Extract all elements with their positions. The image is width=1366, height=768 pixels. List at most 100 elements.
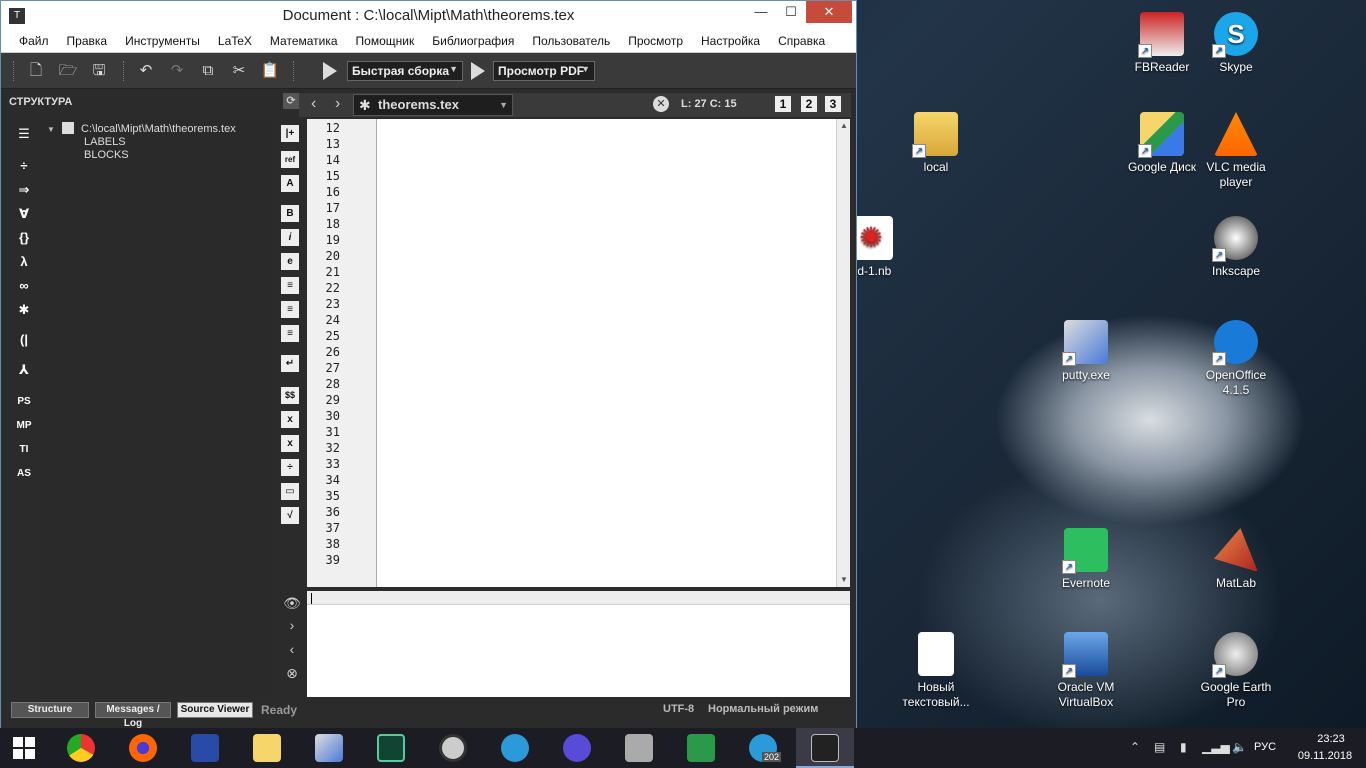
- build-combo[interactable]: Быстрая сборка ▼: [347, 61, 463, 81]
- infinity-icon[interactable]: ∞: [13, 277, 35, 295]
- cut-icon[interactable]: ✂: [228, 60, 250, 82]
- asymptote-icon[interactable]: AS: [13, 465, 35, 483]
- menu-wizard[interactable]: Помощник: [344, 31, 421, 48]
- structure-button[interactable]: Structure: [11, 702, 89, 718]
- clock-time[interactable]: 23:23: [1306, 733, 1356, 745]
- desktop-icon-inkscape[interactable]: ↗ Inkscape: [1196, 216, 1276, 279]
- sqrt-icon[interactable]: √: [281, 507, 299, 524]
- brackets-icon[interactable]: (|: [13, 331, 35, 349]
- network-error-icon[interactable]: ▤: [1154, 740, 1165, 754]
- desktop-icon-google-drive[interactable]: ↗ Google Диск: [1122, 112, 1202, 175]
- misc-symbol-icon[interactable]: ⅄: [13, 361, 35, 379]
- view-3-button[interactable]: 3: [825, 96, 841, 112]
- greek-icon[interactable]: λ: [13, 253, 35, 271]
- emphasis-icon[interactable]: e: [281, 253, 299, 270]
- asterisk-icon[interactable]: ✱: [13, 301, 35, 319]
- taskbar-texmaker[interactable]: [796, 728, 854, 768]
- menu-view[interactable]: Просмотр: [616, 31, 689, 48]
- menu-file[interactable]: Файл: [1, 31, 55, 48]
- tikz-icon[interactable]: TI: [13, 441, 35, 459]
- menu-edit[interactable]: Правка: [55, 31, 114, 48]
- delimiters-icon[interactable]: {}: [13, 229, 35, 247]
- taskbar-telegram-2[interactable]: 202: [734, 728, 792, 768]
- taskbar-firefox[interactable]: [114, 728, 172, 768]
- tree-item-labels[interactable]: LABELS: [84, 136, 126, 148]
- view-1-button[interactable]: 1: [775, 96, 791, 112]
- metapost-icon[interactable]: MP: [13, 417, 35, 435]
- taskbar-settings[interactable]: [548, 728, 606, 768]
- close-tab-icon[interactable]: ✕: [653, 96, 669, 112]
- chevron-down-icon[interactable]: ▼: [499, 95, 508, 115]
- pstricks-icon[interactable]: PS: [13, 393, 35, 411]
- toc-icon[interactable]: ☰: [13, 125, 35, 143]
- previous-error-icon[interactable]: ‹: [283, 641, 301, 657]
- menu-latex[interactable]: LaTeX: [206, 31, 258, 48]
- newline-icon[interactable]: ↵: [281, 355, 299, 372]
- title-bar[interactable]: T Document : C:\local\Mipt\Math\theorems…: [1, 1, 856, 31]
- maximize-button[interactable]: ☐: [776, 1, 806, 23]
- menu-user[interactable]: Пользователь: [520, 31, 616, 48]
- tree-item-blocks[interactable]: BLOCKS: [84, 149, 129, 161]
- align-right-icon[interactable]: ≡: [281, 325, 299, 342]
- display-math-icon[interactable]: $$: [281, 387, 299, 404]
- taskbar-chrome[interactable]: [52, 728, 110, 768]
- copy-icon[interactable]: ⧉: [197, 60, 219, 82]
- messages-panel[interactable]: [307, 591, 850, 697]
- scroll-up-icon[interactable]: ▲: [840, 121, 848, 130]
- tree-root[interactable]: ▼ C:\local\Mipt\Math\theorems.tex: [47, 122, 236, 135]
- taskbar-lock-app[interactable]: [424, 728, 482, 768]
- menu-bibliography[interactable]: Библиография: [420, 31, 520, 48]
- desktop-icon-putty[interactable]: ↗ putty.exe: [1046, 320, 1126, 383]
- menu-options[interactable]: Настройка: [689, 31, 766, 48]
- desktop-icon-fbreader[interactable]: ↗ FBReader: [1122, 12, 1202, 75]
- run-build-icon[interactable]: [323, 62, 337, 80]
- minimize-button[interactable]: —: [746, 1, 776, 23]
- encoding[interactable]: UTF-8: [663, 703, 694, 715]
- signal-icon[interactable]: ▁▃▅: [1202, 740, 1230, 754]
- desktop-icon-virtualbox[interactable]: ↗ Oracle VM VirtualBox: [1046, 632, 1126, 710]
- eye-icon[interactable]: 👁: [283, 595, 301, 612]
- desktop-icon-new-text[interactable]: Новый текстовый...: [896, 632, 976, 710]
- desktop-icon-evernote[interactable]: ↗ Evernote: [1046, 528, 1126, 591]
- bold-icon[interactable]: B: [281, 205, 299, 222]
- taskbar-save-app[interactable]: [176, 728, 234, 768]
- code-area[interactable]: [379, 119, 835, 587]
- volume-icon[interactable]: 🔈: [1232, 740, 1247, 754]
- operators-icon[interactable]: ÷: [13, 157, 35, 175]
- align-center-icon[interactable]: ≡: [281, 301, 299, 318]
- desktop-icon-google-earth[interactable]: ↗ Google Earth Pro: [1196, 632, 1276, 710]
- new-file-icon[interactable]: 🗋: [25, 60, 47, 82]
- expand-arrow-icon[interactable]: ▼: [47, 125, 55, 134]
- battery-icon[interactable]: ▮: [1180, 740, 1187, 754]
- run-view-icon[interactable]: [471, 62, 485, 80]
- open-file-icon[interactable]: 🗁: [57, 60, 79, 82]
- view-2-button[interactable]: 2: [801, 96, 817, 112]
- paste-icon[interactable]: 📋: [259, 60, 281, 82]
- vertical-scrollbar[interactable]: ▲ ▼: [836, 119, 850, 587]
- taskbar-telegram[interactable]: [486, 728, 544, 768]
- dfrac-icon[interactable]: ▭: [281, 483, 299, 500]
- refresh-icon[interactable]: ⟳: [283, 93, 299, 109]
- desktop-icon-openoffice[interactable]: ↗ OpenOffice 4.1.5: [1196, 320, 1276, 398]
- taskbar-spreadsheet[interactable]: [672, 728, 730, 768]
- clear-icon[interactable]: ⊗: [283, 665, 301, 682]
- language-indicator[interactable]: РУС: [1254, 741, 1276, 753]
- italic-icon[interactable]: i: [281, 229, 299, 246]
- superscript-icon[interactable]: x: [281, 435, 299, 452]
- taskbar-explorer[interactable]: [238, 728, 296, 768]
- align-left-icon[interactable]: ≡: [281, 277, 299, 294]
- source-viewer-button[interactable]: Source Viewer: [177, 702, 253, 718]
- taskbar-putty[interactable]: [300, 728, 358, 768]
- taskbar-emacs[interactable]: [362, 728, 420, 768]
- menu-math[interactable]: Математика: [258, 31, 344, 48]
- undo-icon[interactable]: ↶: [135, 60, 157, 82]
- desktop-icon-vlc[interactable]: VLC media player: [1196, 112, 1276, 190]
- fraction-icon[interactable]: ÷: [281, 459, 299, 476]
- view-combo[interactable]: Просмотр PDF ▼: [493, 61, 595, 81]
- code-editor[interactable]: 12 13 14 15 16 17 18 19 20 21 22 23 24 2…: [307, 119, 850, 587]
- font-size-icon[interactable]: A: [281, 175, 299, 192]
- ref-icon[interactable]: ref: [281, 151, 299, 168]
- taskbar-network-app[interactable]: [610, 728, 668, 768]
- scroll-down-icon[interactable]: ▼: [840, 575, 848, 584]
- chevron-up-icon[interactable]: ⌃: [1130, 740, 1140, 754]
